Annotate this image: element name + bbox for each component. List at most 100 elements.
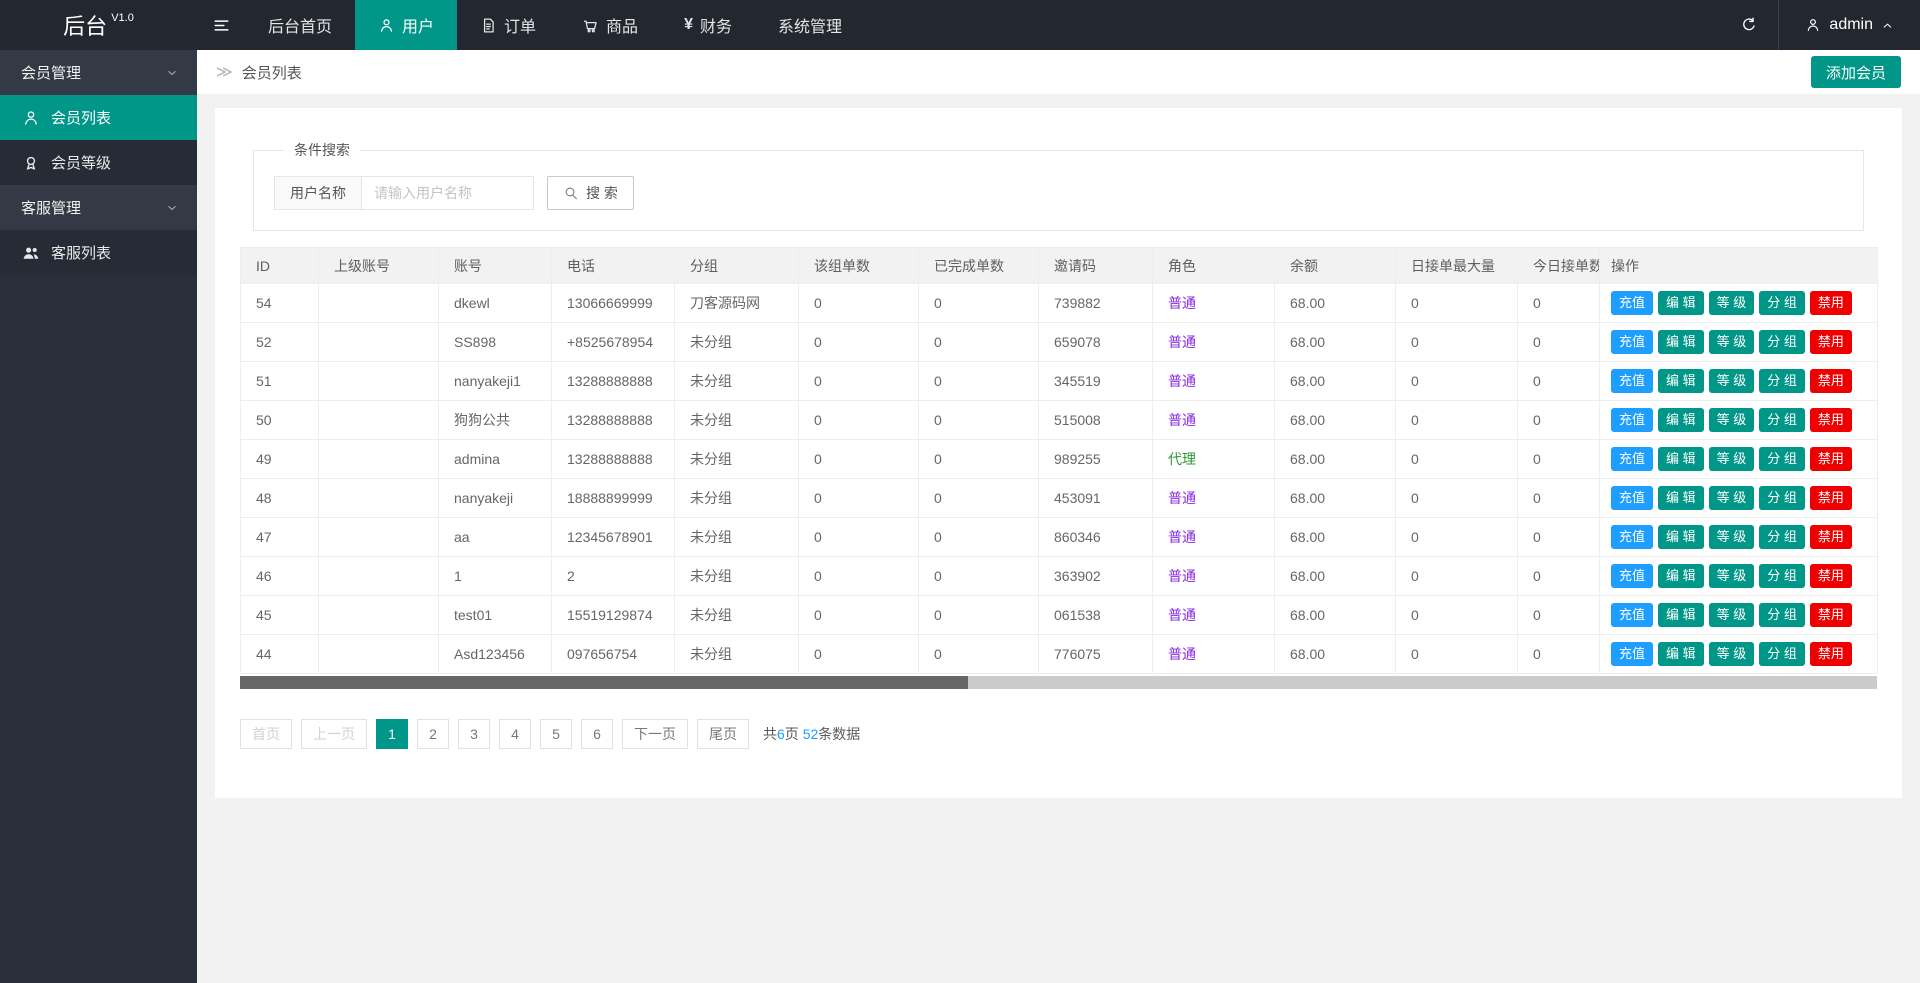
add-member-button[interactable]: 添加会员 <box>1811 56 1901 88</box>
action-edit-button[interactable]: 编 辑 <box>1658 525 1704 549</box>
role-badge: 普通 <box>1168 412 1196 428</box>
action-group-button[interactable]: 分 组 <box>1759 291 1805 315</box>
cell-parent-account <box>319 362 439 401</box>
nav-item-goods[interactable]: 商品 <box>559 0 661 50</box>
action-group-button[interactable]: 分 组 <box>1759 369 1805 393</box>
nav-item-users[interactable]: 用户 <box>355 0 457 50</box>
cell-account: SS898 <box>439 323 552 362</box>
action-recharge-button[interactable]: 充值 <box>1611 486 1653 510</box>
action-recharge-button[interactable]: 充值 <box>1611 291 1653 315</box>
action-level-button[interactable]: 等 级 <box>1709 486 1755 510</box>
action-level-button[interactable]: 等 级 <box>1709 330 1755 354</box>
page-4-button[interactable]: 4 <box>499 719 531 749</box>
document-icon <box>480 17 497 34</box>
action-edit-button[interactable]: 编 辑 <box>1658 564 1704 588</box>
action-disable-button[interactable]: 禁用 <box>1810 642 1852 666</box>
action-edit-button[interactable]: 编 辑 <box>1658 603 1704 627</box>
search-button[interactable]: 搜 索 <box>547 176 634 210</box>
cell-actions: 充值编 辑等 级分 组禁用 <box>1600 440 1878 479</box>
page-prev-button[interactable]: 上一页 <box>301 719 367 749</box>
scrollbar-thumb[interactable] <box>240 676 968 689</box>
action-recharge-button[interactable]: 充值 <box>1611 447 1653 471</box>
pagination-summary: 共6页 52条数据 <box>763 724 860 744</box>
action-level-button[interactable]: 等 级 <box>1709 291 1755 315</box>
action-group-button[interactable]: 分 组 <box>1759 486 1805 510</box>
action-recharge-button[interactable]: 充值 <box>1611 408 1653 432</box>
top-navbar: 后台V1.0 后台首页用户订单商品¥财务系统管理 admin <box>0 0 1920 50</box>
sidebar-item-member-level[interactable]: 会员等级 <box>0 140 197 185</box>
sidebar-group-member-mgmt[interactable]: 会员管理 <box>0 50 197 95</box>
action-disable-button[interactable]: 禁用 <box>1810 564 1852 588</box>
cell-daily-max: 0 <box>1396 479 1518 518</box>
action-recharge-button[interactable]: 充值 <box>1611 603 1653 627</box>
cell-daily-max: 0 <box>1396 401 1518 440</box>
action-disable-button[interactable]: 禁用 <box>1810 408 1852 432</box>
action-group-button[interactable]: 分 组 <box>1759 447 1805 471</box>
action-level-button[interactable]: 等 级 <box>1709 564 1755 588</box>
action-level-button[interactable]: 等 级 <box>1709 603 1755 627</box>
action-recharge-button[interactable]: 充值 <box>1611 330 1653 354</box>
action-disable-button[interactable]: 禁用 <box>1810 603 1852 627</box>
action-disable-button[interactable]: 禁用 <box>1810 486 1852 510</box>
horizontal-scrollbar[interactable] <box>240 676 1877 689</box>
action-edit-button[interactable]: 编 辑 <box>1658 486 1704 510</box>
members-table: ID上级账号账号电话分组该组单数已完成单数邀请码角色余额日接单最大量今日接单数量… <box>240 247 1878 674</box>
action-disable-button[interactable]: 禁用 <box>1810 330 1852 354</box>
action-level-button[interactable]: 等 级 <box>1709 369 1755 393</box>
cell-group: 未分组 <box>675 635 799 674</box>
nav-item-home[interactable]: 后台首页 <box>245 0 355 50</box>
action-level-button[interactable]: 等 级 <box>1709 525 1755 549</box>
action-recharge-button[interactable]: 充值 <box>1611 369 1653 393</box>
table-row: 47aa12345678901未分组00860346普通68.0000充值编 辑… <box>241 518 1878 557</box>
cell-balance: 68.00 <box>1275 284 1396 323</box>
action-edit-button[interactable]: 编 辑 <box>1658 330 1704 354</box>
action-recharge-button[interactable]: 充值 <box>1611 525 1653 549</box>
nav-item-system[interactable]: 系统管理 <box>755 0 865 50</box>
page-first-button[interactable]: 首页 <box>240 719 292 749</box>
cell-today-orders: 0 <box>1518 479 1600 518</box>
action-edit-button[interactable]: 编 辑 <box>1658 447 1704 471</box>
user-menu[interactable]: admin <box>1778 0 1920 50</box>
page-last-button[interactable]: 尾页 <box>697 719 749 749</box>
sidebar-item-member-list[interactable]: 会员列表 <box>0 95 197 140</box>
action-disable-button[interactable]: 禁用 <box>1810 525 1852 549</box>
action-group-button[interactable]: 分 组 <box>1759 408 1805 432</box>
action-group-button[interactable]: 分 组 <box>1759 603 1805 627</box>
sidebar-group-service-mgmt[interactable]: 客服管理 <box>0 185 197 230</box>
action-disable-button[interactable]: 禁用 <box>1810 447 1852 471</box>
action-edit-button[interactable]: 编 辑 <box>1658 642 1704 666</box>
action-edit-button[interactable]: 编 辑 <box>1658 369 1704 393</box>
action-group-button[interactable]: 分 组 <box>1759 525 1805 549</box>
action-level-button[interactable]: 等 级 <box>1709 642 1755 666</box>
page-2-button[interactable]: 2 <box>417 719 449 749</box>
sidebar-item-service-list[interactable]: 客服列表 <box>0 230 197 275</box>
action-group-button[interactable]: 分 组 <box>1759 564 1805 588</box>
action-level-button[interactable]: 等 级 <box>1709 447 1755 471</box>
action-recharge-button[interactable]: 充值 <box>1611 564 1653 588</box>
action-edit-button[interactable]: 编 辑 <box>1658 291 1704 315</box>
page-5-button[interactable]: 5 <box>540 719 572 749</box>
action-group-button[interactable]: 分 组 <box>1759 330 1805 354</box>
page-6-button[interactable]: 6 <box>581 719 613 749</box>
cell-invite-code: 345519 <box>1039 362 1153 401</box>
refresh-button[interactable] <box>1720 0 1778 50</box>
cell-role: 普通 <box>1153 596 1275 635</box>
action-disable-button[interactable]: 禁用 <box>1810 291 1852 315</box>
nav-item-finance[interactable]: ¥财务 <box>661 0 755 50</box>
action-edit-button[interactable]: 编 辑 <box>1658 408 1704 432</box>
action-disable-button[interactable]: 禁用 <box>1810 369 1852 393</box>
page-1-button[interactable]: 1 <box>376 719 408 749</box>
cell-group: 未分组 <box>675 596 799 635</box>
action-recharge-button[interactable]: 充值 <box>1611 642 1653 666</box>
action-group-button[interactable]: 分 组 <box>1759 642 1805 666</box>
nav-item-orders[interactable]: 订单 <box>457 0 559 50</box>
cell-phone: 2 <box>552 557 675 596</box>
cell-today-orders: 0 <box>1518 596 1600 635</box>
username-input[interactable] <box>362 176 534 210</box>
page-next-button[interactable]: 下一页 <box>622 719 688 749</box>
page-3-button[interactable]: 3 <box>458 719 490 749</box>
column-header: 上级账号 <box>319 248 439 284</box>
cell-invite-code: 989255 <box>1039 440 1153 479</box>
sidebar-toggle[interactable] <box>197 0 245 50</box>
action-level-button[interactable]: 等 级 <box>1709 408 1755 432</box>
